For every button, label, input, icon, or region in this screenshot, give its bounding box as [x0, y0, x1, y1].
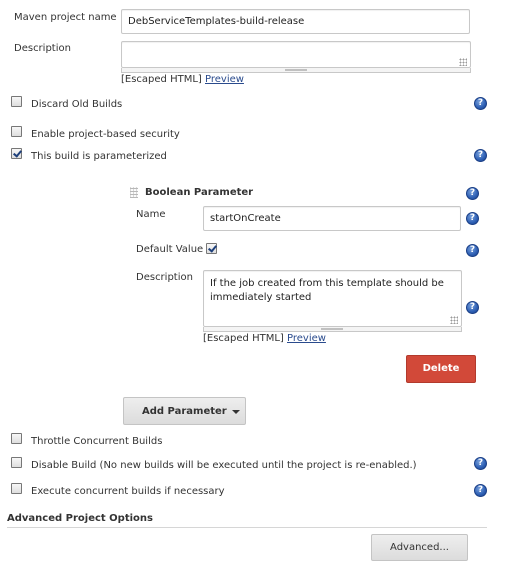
boolean-parameter-title: Boolean Parameter [145, 187, 254, 198]
add-parameter-button[interactable]: Add Parameter [123, 397, 246, 425]
project-name-input[interactable]: DebServiceTemplates-build-release [121, 9, 470, 34]
drag-handle-icon[interactable] [130, 187, 138, 198]
parameter-description-textarea[interactable]: If the job created from this template sh… [203, 270, 462, 327]
disable-build-label: Disable Build (No new builds will be exe… [31, 460, 417, 471]
project-security-label: Enable project-based security [31, 129, 180, 140]
add-parameter-label: Add Parameter [142, 406, 227, 417]
parameterized-label: This build is parameterized [31, 151, 167, 162]
resize-grip-icon[interactable] [450, 316, 458, 324]
parameter-description-scrollbar[interactable] [203, 327, 462, 332]
help-icon[interactable]: ? [466, 244, 479, 257]
escaped-html-text: [Escaped HTML] [121, 74, 202, 85]
project-security-checkbox[interactable] [11, 126, 22, 137]
parameter-name-label: Name [136, 209, 166, 220]
project-name-label: Maven project name [14, 12, 117, 23]
section-divider [7, 527, 487, 528]
concurrent-builds-checkbox[interactable] [11, 483, 22, 494]
help-icon[interactable]: ? [474, 457, 487, 470]
description-scrollbar[interactable] [121, 68, 471, 73]
parameter-escaped-html: [Escaped HTML] Preview [203, 333, 326, 344]
disable-build-checkbox[interactable] [11, 457, 22, 468]
help-icon[interactable]: ? [474, 97, 487, 110]
escaped-html-text: [Escaped HTML] [203, 333, 284, 344]
concurrent-builds-label: Execute concurrent builds if necessary [31, 486, 225, 497]
help-icon[interactable]: ? [466, 187, 479, 200]
discard-old-builds-label: Discard Old Builds [31, 99, 123, 110]
help-icon[interactable]: ? [474, 484, 487, 497]
description-label: Description [14, 43, 71, 54]
discard-old-builds-checkbox[interactable] [11, 96, 22, 107]
throttle-builds-checkbox[interactable] [11, 433, 22, 444]
parameter-name-input[interactable]: startOnCreate [203, 206, 461, 231]
scrollbar-thumb[interactable] [285, 69, 307, 71]
preview-link[interactable]: Preview [287, 333, 326, 344]
default-value-label: Default Value [136, 244, 204, 255]
default-value-checkbox[interactable] [206, 243, 217, 254]
preview-link[interactable]: Preview [205, 74, 244, 85]
help-icon[interactable]: ? [474, 149, 487, 162]
description-escaped-html: [Escaped HTML] Preview [121, 74, 244, 85]
delete-button[interactable]: Delete [406, 355, 476, 383]
throttle-builds-label: Throttle Concurrent Builds [31, 436, 163, 447]
caret-down-icon [232, 410, 240, 414]
resize-grip-icon[interactable] [459, 58, 467, 66]
scrollbar-thumb[interactable] [321, 328, 343, 330]
description-textarea[interactable] [121, 41, 471, 68]
help-icon[interactable]: ? [466, 301, 479, 314]
advanced-button[interactable]: Advanced... [371, 534, 468, 561]
help-icon[interactable]: ? [466, 212, 479, 225]
parameter-description-label: Description [136, 272, 193, 283]
advanced-options-heading: Advanced Project Options [7, 513, 153, 524]
parameterized-checkbox[interactable] [11, 148, 22, 159]
